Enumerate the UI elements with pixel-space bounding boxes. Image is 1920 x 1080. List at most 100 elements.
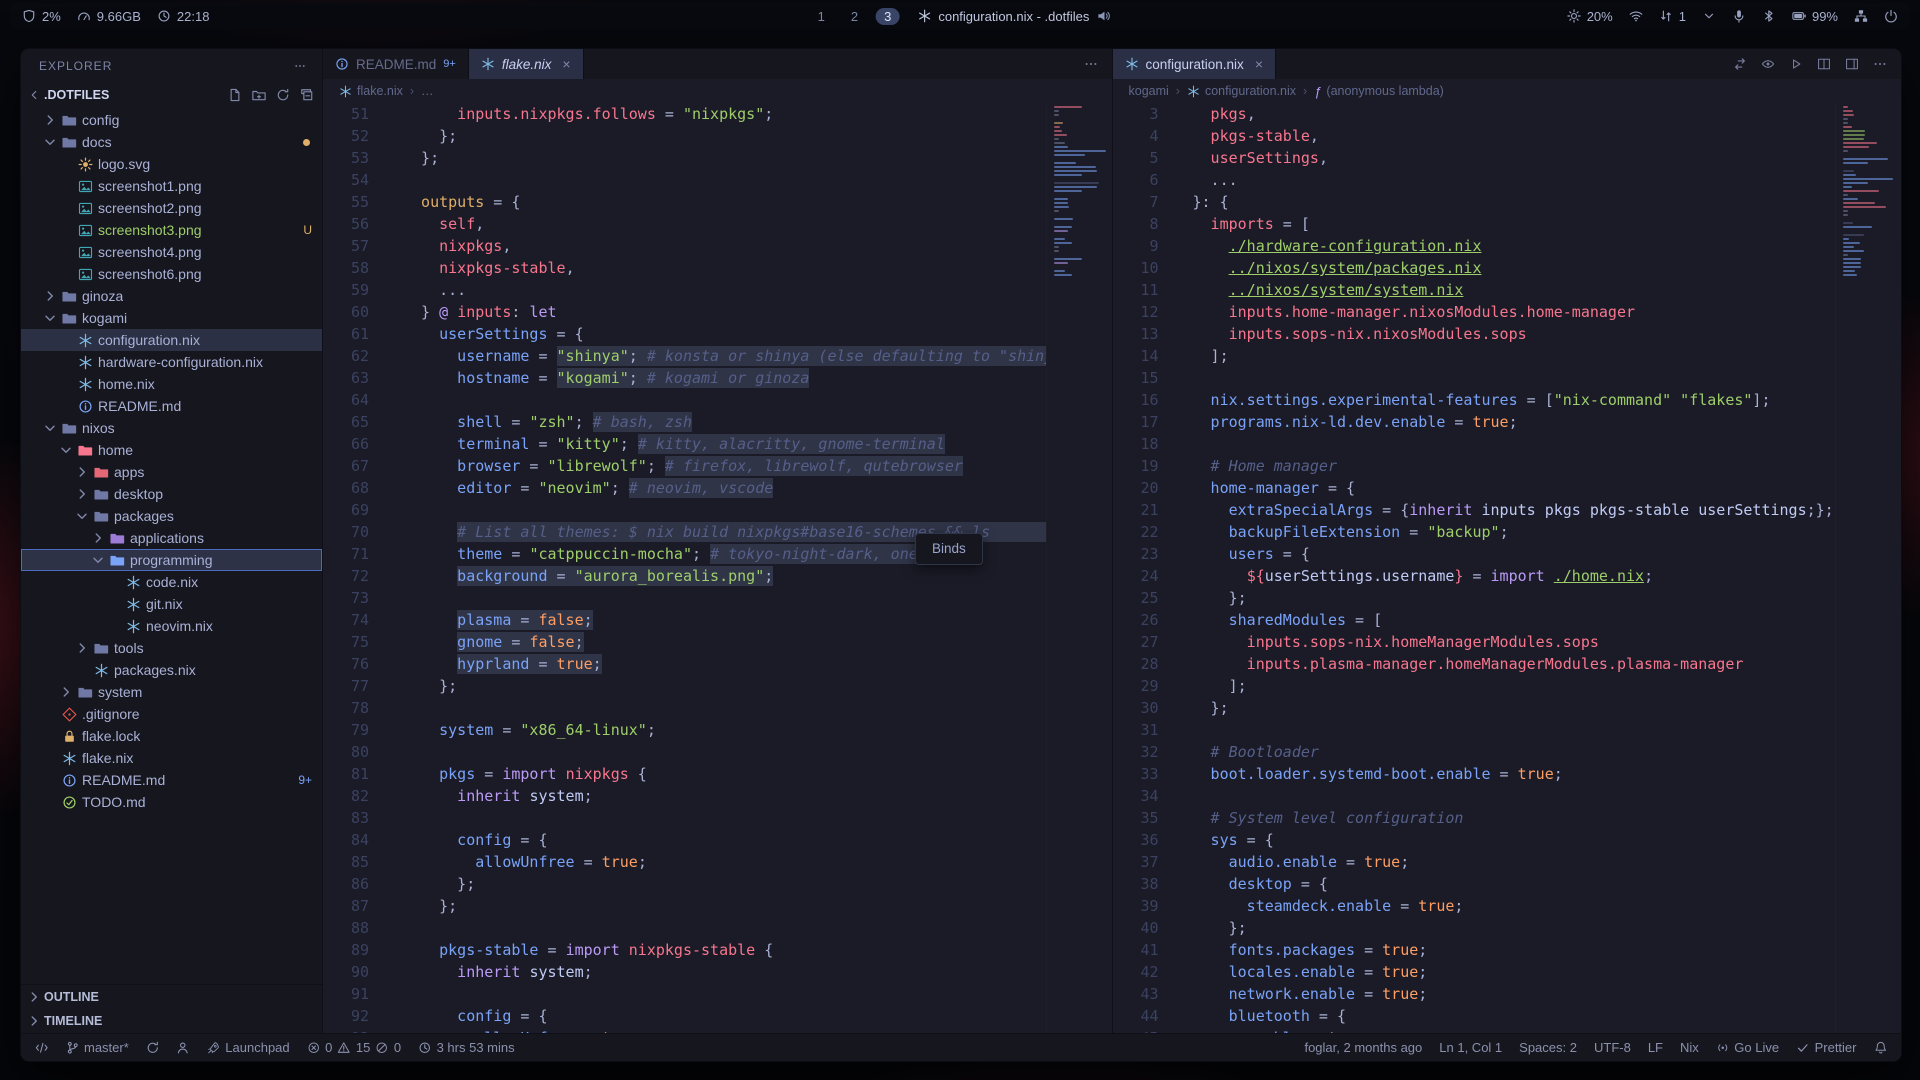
tree-item-programming[interactable]: programming	[21, 549, 322, 571]
tree-item-home[interactable]: home	[21, 439, 322, 461]
tree-item-tools[interactable]: tools	[21, 637, 322, 659]
tree-item-screenshot4-png[interactable]: screenshot4.png	[21, 241, 322, 263]
tree-item-home-nix[interactable]: home.nix	[21, 373, 322, 395]
status-go-live[interactable]: Go Live	[1716, 1040, 1779, 1055]
code-editor-flake-nix[interactable]: 51 inputs.nixpkgs.follows = "nixpkgs";52…	[323, 103, 1112, 1033]
status-cursor-position[interactable]: Ln 1, Col 1	[1439, 1040, 1502, 1055]
tree-item-git-nix[interactable]: git.nix	[21, 593, 322, 615]
tree-item-screenshot2-png[interactable]: screenshot2.png	[21, 197, 322, 219]
topbar-cpu[interactable]: 2%	[22, 9, 61, 24]
chevron-right-icon[interactable]	[75, 641, 89, 655]
explorer-more-actions-icon[interactable]	[294, 60, 306, 72]
chevron-down-icon[interactable]	[43, 311, 57, 325]
open-preview-icon[interactable]	[1761, 57, 1775, 71]
tree-item-packages-nix[interactable]: packages.nix	[21, 659, 322, 681]
breadcrumb-item[interactable]: …	[421, 84, 434, 98]
toggle-layout-icon[interactable]	[1845, 57, 1859, 71]
topbar-net-traffic[interactable]: 1	[1659, 9, 1686, 24]
chevron-down-icon[interactable]	[43, 421, 57, 435]
chevron-right-icon[interactable]	[43, 289, 57, 303]
tree-item-nixos[interactable]: nixos	[21, 417, 322, 439]
tree-item-screenshot3-png[interactable]: screenshot3.pngU	[21, 219, 322, 241]
tree-item-screenshot6-png[interactable]: screenshot6.png	[21, 263, 322, 285]
tree-item-desktop[interactable]: desktop	[21, 483, 322, 505]
chevron-right-icon[interactable]	[43, 113, 57, 127]
status-prettier[interactable]: Prettier	[1796, 1040, 1856, 1055]
tree-item-hardware-configuration-nix[interactable]: hardware-configuration.nix	[21, 351, 322, 373]
breadcrumb-item[interactable]: kogami	[1129, 84, 1169, 98]
close-tab-icon[interactable]: ×	[1255, 56, 1263, 72]
outline-section[interactable]: OUTLINE	[21, 985, 322, 1009]
minimap[interactable]	[1835, 103, 1901, 1033]
workspace-root-row[interactable]: .DOTFILES	[21, 83, 322, 107]
chevron-down-icon[interactable]	[75, 509, 89, 523]
tree-item-system[interactable]: system	[21, 681, 322, 703]
tree-item-screenshot1-png[interactable]: screenshot1.png	[21, 175, 322, 197]
code-editor-configuration-nix[interactable]: 3 pkgs,4 pkgs-stable,5 userSettings,6 ..…	[1113, 103, 1902, 1033]
new-file-icon[interactable]	[228, 88, 242, 102]
chevron-down-icon[interactable]	[91, 553, 105, 567]
topbar-network[interactable]	[1854, 9, 1868, 23]
chevron-right-icon[interactable]	[91, 531, 105, 545]
speaker-icon[interactable]	[1096, 9, 1110, 23]
status-language-mode[interactable]: Nix	[1680, 1040, 1699, 1055]
collapse-folders-icon[interactable]	[300, 88, 314, 102]
tree-item-logo-svg[interactable]: logo.svg	[21, 153, 322, 175]
topbar-wifi[interactable]	[1629, 9, 1643, 23]
tree-item-apps[interactable]: apps	[21, 461, 322, 483]
topbar-clock[interactable]: 22:18	[157, 9, 210, 24]
topbar-power[interactable]	[1884, 9, 1898, 23]
more-actions-icon[interactable]	[1084, 57, 1098, 71]
tree-item-configuration-nix[interactable]: configuration.nix	[21, 329, 322, 351]
tree-item-readme-md[interactable]: README.md	[21, 395, 322, 417]
close-tab-icon[interactable]: ×	[562, 56, 570, 72]
topbar-tray-expand[interactable]	[1702, 9, 1716, 23]
chevron-right-icon[interactable]	[59, 685, 73, 699]
workspace-1[interactable]: 1	[810, 8, 833, 25]
chevron-down-icon[interactable]	[59, 443, 73, 457]
tree-item-applications[interactable]: applications	[21, 527, 322, 549]
tree-item-packages[interactable]: packages	[21, 505, 322, 527]
breadcrumb-item[interactable]: ƒ(anonymous lambda)	[1314, 84, 1444, 99]
new-folder-icon[interactable]	[252, 88, 266, 102]
chevron-down-icon[interactable]	[43, 135, 57, 149]
topbar-memory[interactable]: 9.66GB	[77, 9, 141, 24]
status-encoding[interactable]: UTF-8	[1594, 1040, 1631, 1055]
status-indentation[interactable]: Spaces: 2	[1519, 1040, 1577, 1055]
status-wakatime[interactable]: 3 hrs 53 mins	[418, 1040, 515, 1055]
topbar-bluetooth[interactable]	[1762, 9, 1776, 23]
status-sync-changes[interactable]	[146, 1041, 160, 1055]
status-launchpad[interactable]: Launchpad	[207, 1040, 290, 1055]
status-account[interactable]	[176, 1041, 190, 1055]
tree-item-ginoza[interactable]: ginoza	[21, 285, 322, 307]
refresh-explorer-icon[interactable]	[276, 88, 290, 102]
tree-item-flake-nix[interactable]: flake.nix	[21, 747, 322, 769]
topbar-microphone[interactable]	[1732, 9, 1746, 23]
status-git-blame[interactable]: foglar, 2 months ago	[1304, 1040, 1422, 1055]
breadcrumb-item[interactable]: configuration.nix	[1187, 84, 1296, 98]
topbar-brightness[interactable]: 20%	[1567, 9, 1613, 24]
tab-configuration-nix[interactable]: configuration.nix×	[1113, 49, 1277, 79]
tree-item-neovim-nix[interactable]: neovim.nix	[21, 615, 322, 637]
split-editor-icon[interactable]	[1817, 57, 1831, 71]
tree-item-readme-md[interactable]: README.md9+	[21, 769, 322, 791]
workspace-2[interactable]: 2	[843, 8, 866, 25]
status-git-branch[interactable]: master*	[66, 1040, 129, 1055]
chevron-right-icon[interactable]	[75, 465, 89, 479]
status-remote-indicator[interactable]	[35, 1041, 49, 1055]
tab-flake-nix[interactable]: flake.nix×	[469, 49, 584, 79]
tree-item-todo-md[interactable]: TODO.md	[21, 791, 322, 813]
topbar-battery[interactable]: 99%	[1792, 9, 1838, 24]
tree-item-docs[interactable]: docs	[21, 131, 322, 153]
tree-item-flake-lock[interactable]: flake.lock	[21, 725, 322, 747]
breadcrumb-item[interactable]: flake.nix	[339, 84, 403, 98]
tree-item-kogami[interactable]: kogami	[21, 307, 322, 329]
run-file-icon[interactable]	[1789, 57, 1803, 71]
status-problems[interactable]: 0150	[307, 1040, 401, 1055]
tree-item-config[interactable]: config	[21, 109, 322, 131]
status-notifications[interactable]	[1874, 1041, 1888, 1055]
status-eol[interactable]: LF	[1648, 1040, 1663, 1055]
more-actions-icon[interactable]	[1873, 57, 1887, 71]
tab-readme-md[interactable]: README.md9+	[323, 49, 469, 79]
tree-item-code-nix[interactable]: code.nix	[21, 571, 322, 593]
